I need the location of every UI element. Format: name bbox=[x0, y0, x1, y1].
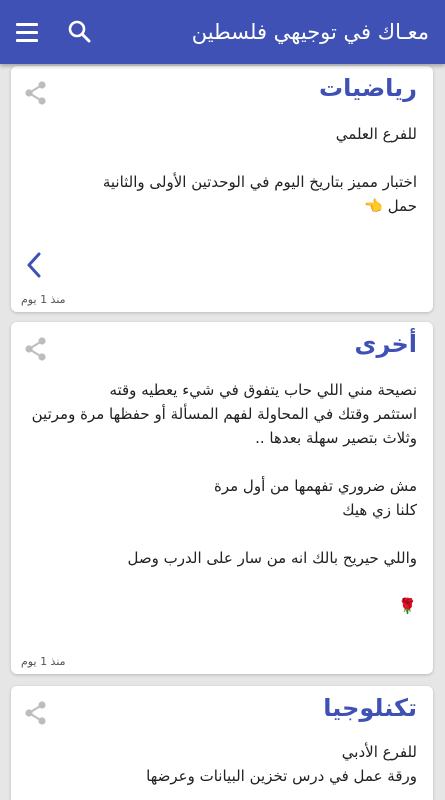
share-icon[interactable] bbox=[23, 80, 49, 106]
rose-icon: 🌹 bbox=[398, 597, 417, 615]
post-line: حمل 👈 bbox=[364, 197, 417, 215]
chevron-left-icon[interactable] bbox=[23, 250, 45, 280]
post-card[interactable]: رياضيات للفرع العلمي اختبار مميز بتاريخ … bbox=[11, 66, 433, 312]
menu-icon-bar bbox=[16, 38, 38, 42]
post-body: للفرع العلمي اختبار مميز بتاريخ اليوم في… bbox=[25, 122, 417, 218]
post-card[interactable]: تكنلوجيا للفرع الأدبي ورقة عمل في درس تخ… bbox=[11, 686, 433, 800]
app-title: معـاك في توجيهي فلسطين bbox=[191, 20, 429, 44]
post-line: مش ضروري تفهمها من أول مرة bbox=[213, 477, 417, 495]
search-icon[interactable] bbox=[66, 18, 94, 46]
post-line: للفرع العلمي bbox=[335, 125, 417, 143]
post-card[interactable]: أخرى نصيحة مني اللي حاب يتفوق في شيء يعط… bbox=[11, 322, 433, 674]
post-line: نصيحة مني اللي حاب يتفوق في شيء يعطيه وق… bbox=[109, 381, 417, 399]
post-body: نصيحة مني اللي حاب يتفوق في شيء يعطيه وق… bbox=[25, 378, 417, 618]
menu-icon[interactable] bbox=[12, 16, 42, 48]
post-line bbox=[25, 146, 417, 170]
post-category[interactable]: تكنلوجيا bbox=[323, 694, 417, 722]
menu-icon-bar bbox=[16, 22, 38, 26]
post-line bbox=[25, 570, 417, 594]
post-line: واللي حيريح بالك انه من سار على الدرب وص… bbox=[127, 549, 417, 567]
post-category[interactable]: رياضيات bbox=[319, 74, 417, 102]
post-line: اختبار مميز بتاريخ اليوم في الوحدتين الأ… bbox=[102, 173, 417, 191]
post-line: استثمر وقتك في المحاولة لفهم المسألة أو … bbox=[31, 405, 417, 423]
post-line: كلنا زي هيك bbox=[342, 501, 417, 519]
post-line: للفرع الأدبي bbox=[341, 743, 417, 761]
post-time: منذ 1 يوم bbox=[21, 293, 66, 306]
post-category[interactable]: أخرى bbox=[355, 330, 417, 358]
post-line bbox=[25, 450, 417, 474]
post-time: منذ 1 يوم bbox=[21, 655, 66, 668]
post-line bbox=[25, 522, 417, 546]
share-icon[interactable] bbox=[23, 336, 49, 362]
menu-icon-bar bbox=[16, 30, 38, 34]
post-line: ورقة عمل في درس تخزين البيانات وعرضها bbox=[146, 767, 417, 785]
post-line: وثلاث بتصير سهلة بعدها .. bbox=[255, 429, 417, 447]
posts-feed[interactable]: رياضيات للفرع العلمي اختبار مميز بتاريخ … bbox=[0, 64, 445, 800]
app-bar: معـاك في توجيهي فلسطين bbox=[0, 0, 445, 64]
share-icon[interactable] bbox=[23, 700, 49, 726]
post-body: للفرع الأدبي ورقة عمل في درس تخزين البيا… bbox=[25, 740, 417, 788]
